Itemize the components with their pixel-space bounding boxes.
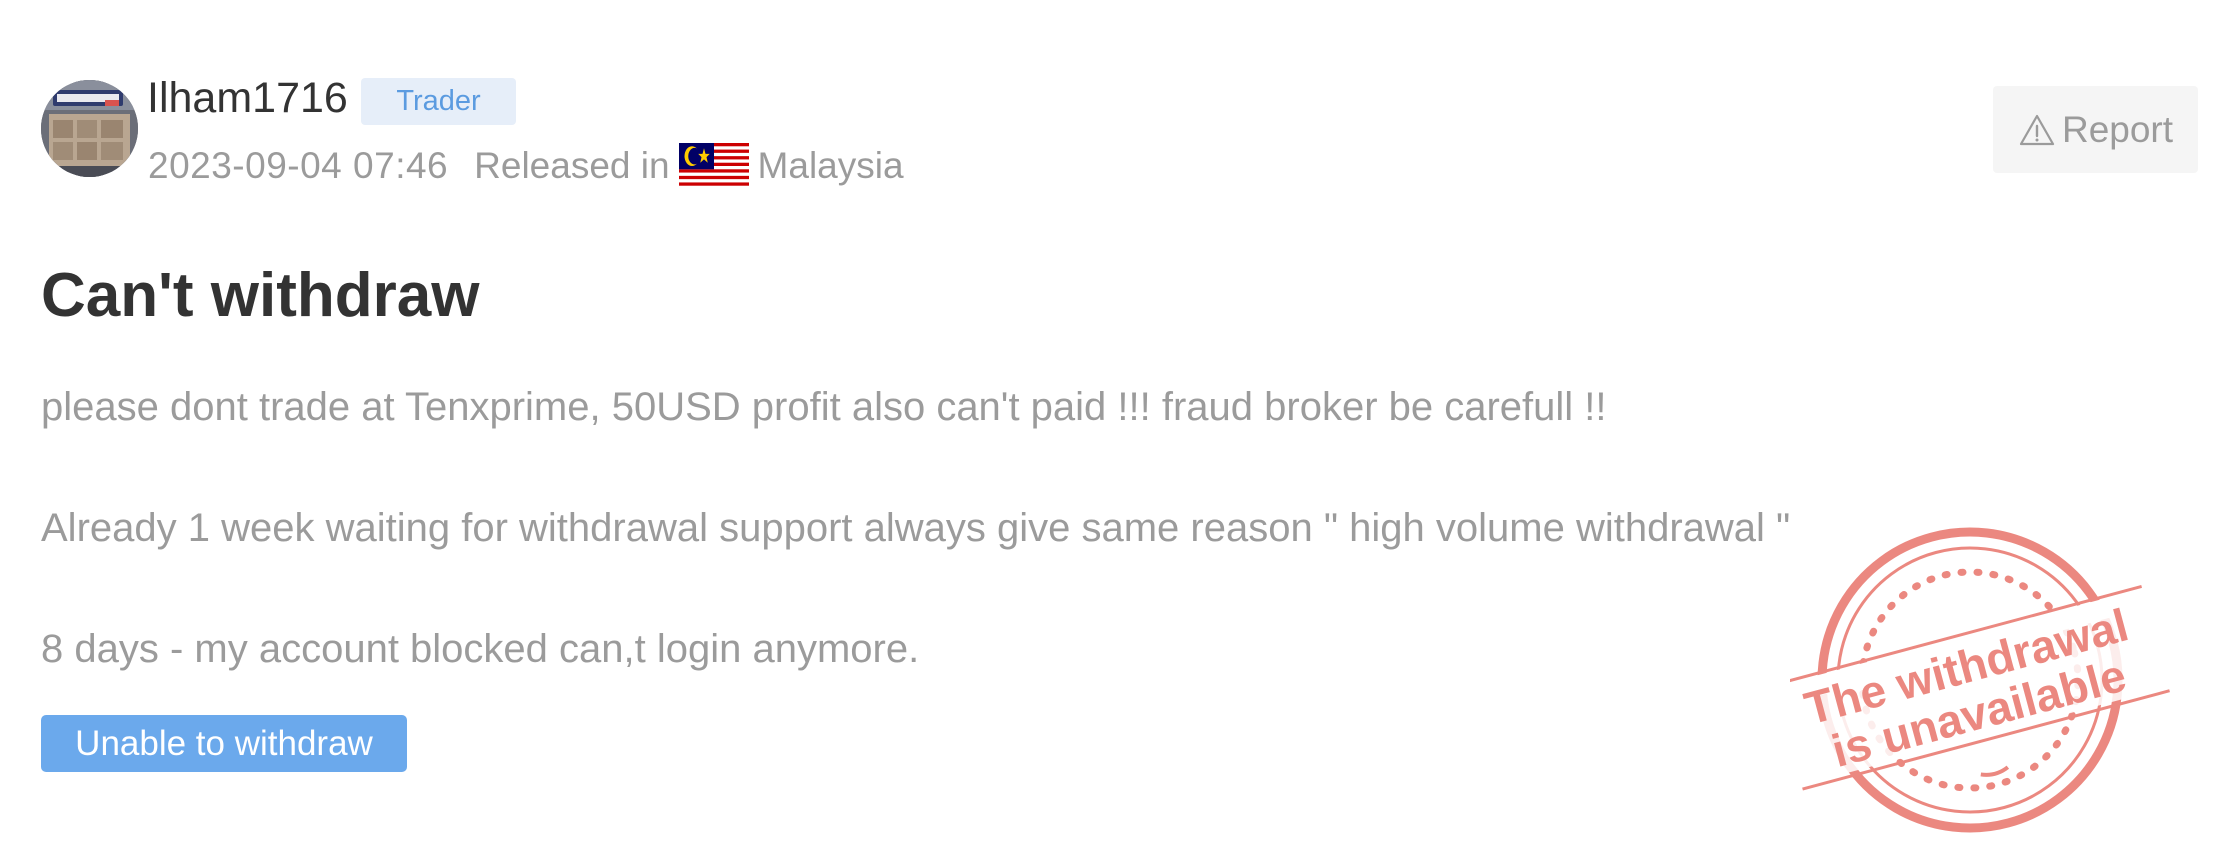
review-paragraph: please dont trade at Tenxprime, 50USD pr… [41,385,1607,429]
post-date: 2023-09-04 07:46 [148,145,449,186]
malaysia-flag-icon [678,143,749,189]
report-label: Report [2061,108,2174,150]
username[interactable]: Ilham1716 [147,70,348,126]
report-button[interactable]: Report [1993,86,2198,173]
review-paragraph: 8 days - my account blocked can,t login … [41,627,920,671]
withdrawal-unavailable-stamp: The withdrawal is unavailable [1790,520,2170,840]
review-paragraph: Already 1 week waiting for withdrawal su… [41,506,1791,550]
warning-triangle-icon [2019,114,2055,145]
issue-tag[interactable]: Unable to withdraw [41,715,407,772]
review-meta: 2023-09-04 07:46 Released in Malaysia [148,141,904,191]
review-title: Can't withdraw [41,261,480,330]
role-badge: Trader [361,78,516,125]
user-avatar[interactable] [41,80,138,177]
storefront-photo-avatar-icon [41,80,138,177]
country-name: Malaysia [757,145,904,186]
review-card: Ilham1716 Trader 2023-09-04 07:46 Releas… [0,0,2220,860]
released-label: Released in [474,145,670,186]
